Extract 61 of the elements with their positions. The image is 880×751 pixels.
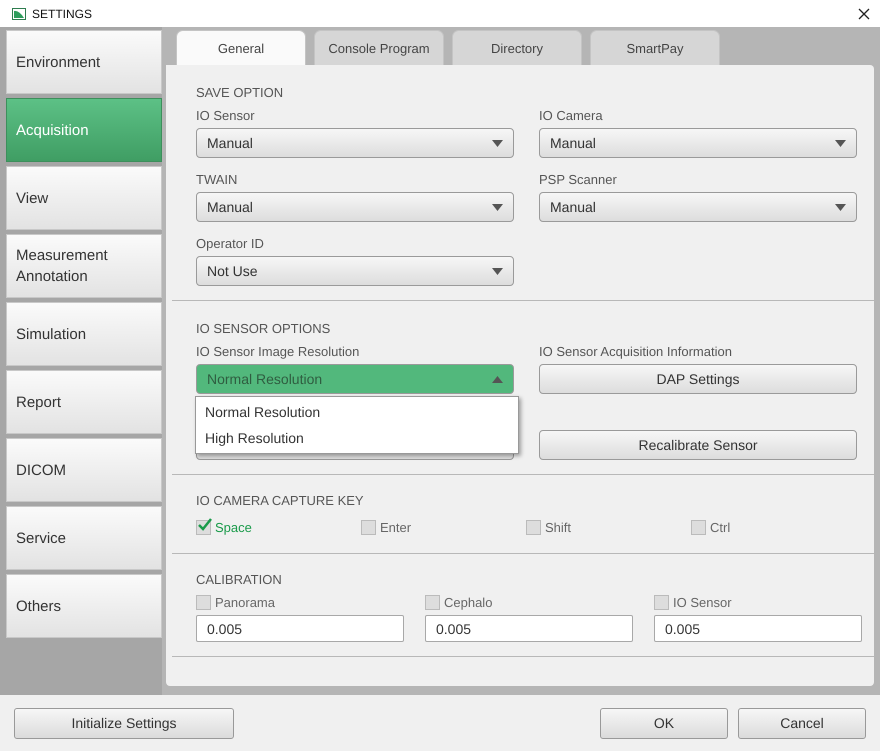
field-label: PSP Scanner — [539, 172, 618, 187]
input-field[interactable]: 0.005 — [196, 615, 404, 642]
section-heading: IO SENSOR OPTIONS — [196, 321, 332, 336]
section-heading: SAVE OPTION — [196, 85, 284, 100]
initialize-settings-button[interactable]: Initialize Settings — [14, 708, 234, 738]
tab[interactable]: General — [176, 30, 306, 65]
field-label: IO Sensor — [196, 108, 256, 123]
close-icon[interactable] — [858, 8, 870, 20]
tab[interactable]: Directory — [452, 30, 582, 65]
checkbox[interactable] — [654, 595, 669, 610]
section-heading: IO CAMERA CAPTURE KEY — [196, 493, 365, 508]
input-field[interactable]: 0.005 — [425, 615, 633, 642]
sidebar-item[interactable]: View — [6, 166, 162, 230]
sidebar-item[interactable]: Environment — [6, 30, 162, 94]
app-icon — [12, 8, 26, 20]
field-label: TWAIN — [196, 172, 238, 187]
checkbox-label: Enter — [380, 520, 412, 535]
dropdown[interactable]: Manual — [539, 128, 857, 158]
dropdown[interactable]: Manual — [196, 192, 514, 222]
dropdown[interactable]: Not Use — [196, 256, 514, 286]
checkbox[interactable] — [361, 520, 376, 535]
caret-icon — [492, 376, 503, 382]
field-label: Operator ID — [196, 236, 265, 251]
field-label: IO Sensor Acquisition Information — [539, 344, 733, 359]
checkbox-label: Space — [215, 520, 252, 535]
checkbox-label: Panorama — [215, 595, 275, 610]
sidebar-item[interactable]: Report — [6, 370, 162, 434]
caret-icon — [835, 204, 846, 210]
checkbox[interactable] — [691, 520, 706, 535]
menu-item[interactable]: High Resolution — [196, 425, 518, 451]
checkbox[interactable] — [196, 520, 211, 535]
checkbox-label: Shift — [545, 520, 572, 535]
checkbox-label: Cephalo — [444, 595, 492, 610]
section-heading: CALIBRATION — [196, 572, 283, 587]
checkbox[interactable] — [425, 595, 440, 610]
checkbox-label: IO Sensor — [673, 595, 732, 610]
checkbox-label: Ctrl — [710, 520, 730, 535]
caret-icon — [492, 268, 503, 274]
tab[interactable]: SmartPay — [590, 30, 720, 65]
caret-icon — [835, 140, 846, 146]
caret-icon — [492, 140, 503, 146]
dropdown[interactable]: Manual — [196, 128, 514, 158]
checkbox[interactable] — [526, 520, 541, 535]
cancel-button[interactable]: Cancel — [738, 708, 866, 738]
dropdown[interactable]: Manual — [539, 192, 857, 222]
ok-button[interactable]: OK — [600, 708, 728, 738]
dap-settings-button[interactable]: DAP Settings — [539, 364, 857, 394]
sidebar-item[interactable]: Simulation — [6, 302, 162, 366]
input-field[interactable]: 0.005 — [654, 615, 862, 642]
sidebar-item[interactable]: DICOM — [6, 438, 162, 502]
field-label: IO Sensor Image Resolution — [196, 344, 360, 359]
window-title: SETTINGS — [32, 6, 94, 20]
tab[interactable]: Console Program — [314, 30, 444, 65]
sidebar-item[interactable]: Service — [6, 506, 162, 570]
checkbox[interactable] — [196, 595, 211, 610]
sidebar-item[interactable]: Measurement Annotation — [6, 234, 162, 298]
sidebar-item[interactable]: Others — [6, 574, 162, 638]
recalibrate-button[interactable]: Recalibrate Sensor — [539, 430, 857, 460]
field-label: IO Camera — [539, 108, 604, 123]
caret-icon — [492, 204, 503, 210]
menu-item[interactable]: Normal Resolution — [196, 399, 518, 425]
